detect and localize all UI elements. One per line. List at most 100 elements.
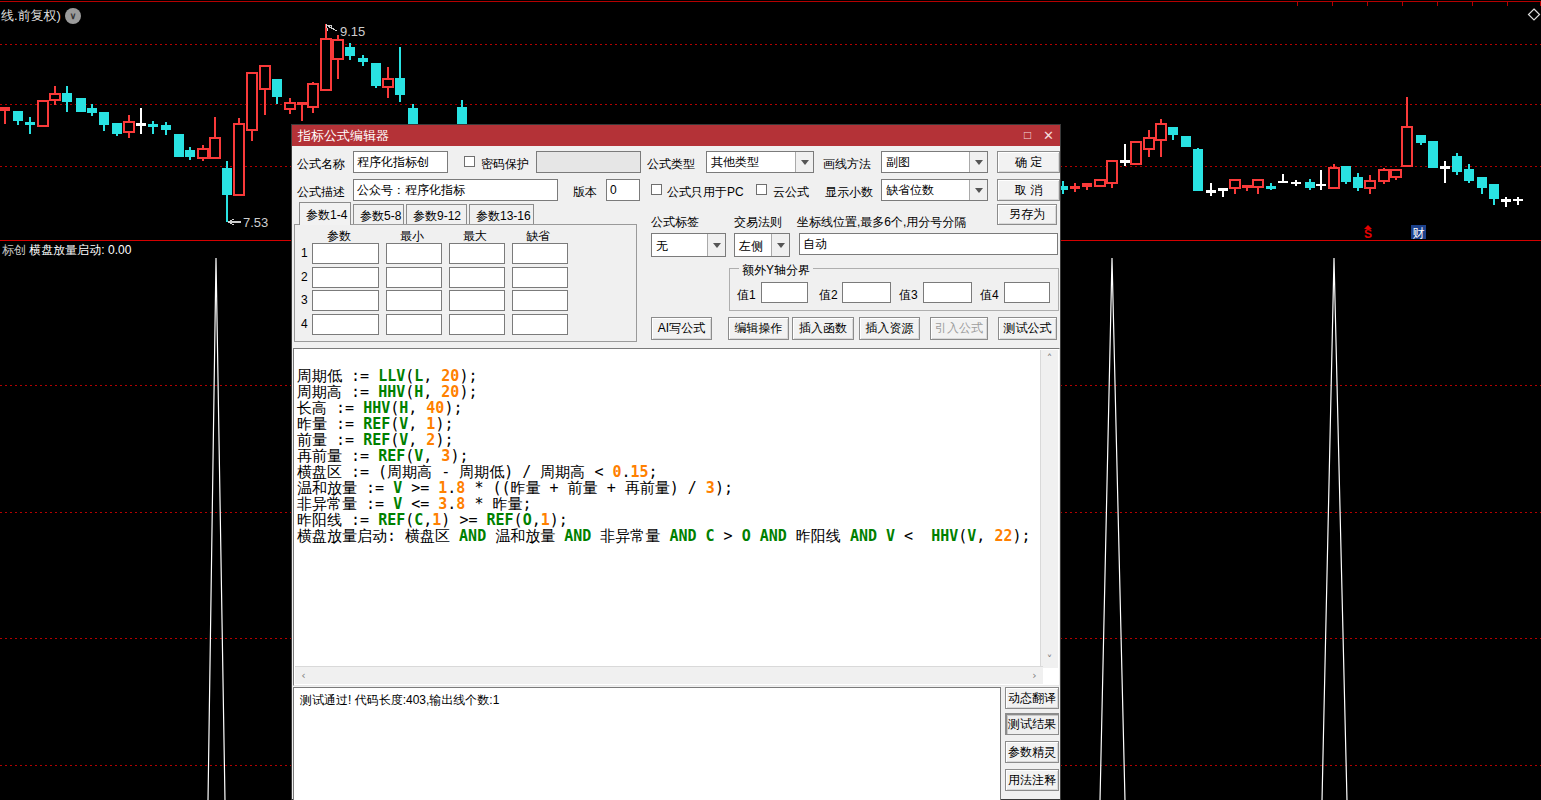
extra-y-value-label: 值3 (899, 287, 918, 304)
candle (1353, 173, 1363, 191)
import-formula-button[interactable]: 引入公式 (930, 317, 988, 340)
param-input-r3c4[interactable] (512, 290, 568, 311)
param-input-r2c2[interactable] (386, 267, 442, 288)
candle (383, 67, 393, 98)
candle (395, 47, 405, 102)
pc-only-checkbox[interactable] (651, 184, 662, 195)
param-input-r2c4[interactable] (512, 267, 568, 288)
param-input-r1c1[interactable] (312, 243, 379, 264)
param-input-r1c2[interactable] (386, 243, 442, 264)
trade-rule-select[interactable]: 左侧 (734, 233, 790, 257)
version-label: 版本 (573, 184, 597, 201)
tab-参数9-12[interactable]: 参数9-12 (406, 204, 467, 224)
extra-y-input-1[interactable] (761, 282, 808, 303)
formula-name-label: 公式名称 (297, 156, 345, 173)
param-input-r1c4[interactable] (512, 243, 568, 264)
candle (1329, 164, 1339, 189)
candle (1489, 184, 1499, 205)
candle (99, 112, 109, 131)
tab-参数13-16[interactable]: 参数13-16 (469, 204, 534, 224)
side-button-测试结果[interactable]: 测试结果 (1005, 713, 1059, 735)
password-input[interactable] (536, 151, 641, 173)
code-line: 再前量 := REF(V, 3); (297, 448, 1031, 464)
candle (358, 55, 368, 66)
dropdown-arrow-icon[interactable] (969, 152, 987, 172)
candle (1291, 180, 1301, 186)
extra-y-input-2[interactable] (842, 282, 891, 303)
param-input-r4c1[interactable] (312, 314, 379, 335)
password-protect-checkbox[interactable] (464, 156, 475, 167)
param-input-r3c1[interactable] (312, 290, 379, 311)
side-button-动态翻译[interactable]: 动态翻译 (1005, 687, 1059, 709)
cloud-formula-label: 云公式 (773, 184, 809, 201)
save-as-button[interactable]: 另存为 (997, 204, 1057, 225)
trade-rule-label: 交易法则 (734, 214, 782, 231)
candle (1379, 168, 1389, 184)
param-input-r4c4[interactable] (512, 314, 568, 335)
scroll-down-icon[interactable]: ˅ (1041, 651, 1058, 668)
candle (345, 43, 355, 60)
vertical-scrollbar[interactable]: ˄ ˅ (1040, 350, 1058, 668)
candle (1501, 197, 1511, 207)
param-row-label: 1 (301, 246, 308, 260)
dropdown-arrow-icon[interactable] (969, 180, 987, 200)
scroll-up-icon[interactable]: ˄ (1041, 350, 1058, 367)
candle (308, 82, 318, 113)
formula-code[interactable]: 周期低 := LLV(L, 20);周期高 := HHV(H, 20);长高 :… (297, 368, 1031, 544)
formula-tag-select[interactable]: 无 (651, 233, 726, 257)
maximize-icon[interactable]: □ (1020, 128, 1035, 143)
axis-position-label: 坐标线位置,最多6个,用分号分隔 (797, 214, 966, 231)
extra-y-legend: 额外Y轴分界 (739, 262, 813, 279)
axis-position-input[interactable]: 自动 (799, 233, 1058, 255)
formula-desc-input[interactable]: 公众号：程序化指标 (353, 179, 558, 201)
decimals-select[interactable]: 缺省位数 (881, 179, 988, 201)
param-input-r3c3[interactable] (449, 290, 505, 311)
scroll-right-icon[interactable]: › (1026, 667, 1043, 684)
insert-function-button[interactable]: 插入函数 (792, 317, 854, 340)
cloud-formula-checkbox[interactable] (756, 184, 767, 195)
param-input-r4c3[interactable] (449, 314, 505, 335)
candle (13, 111, 23, 125)
param-input-r4c2[interactable] (386, 314, 442, 335)
param-input-r1c3[interactable] (449, 243, 505, 264)
candle (333, 35, 343, 79)
formula-type-select[interactable]: 其他类型 (706, 151, 814, 173)
edit-ops-button[interactable]: 编辑操作 (728, 317, 789, 340)
formula-editor-dialog: 指标公式编辑器 □ ✕ 公式名称 程序化指标创 密码保护 公式类型 其他类型 画… (291, 124, 1061, 800)
dropdown-arrow-icon[interactable] (771, 234, 789, 256)
candle (272, 79, 282, 104)
chevron-down-icon[interactable]: ∨ (65, 8, 81, 24)
price-annotation: 9.15 (340, 24, 365, 39)
side-button-参数精灵[interactable]: 参数精灵 (1005, 741, 1059, 763)
candle (1253, 180, 1263, 194)
dropdown-arrow-icon[interactable] (795, 152, 813, 172)
candle (408, 104, 418, 125)
dialog-titlebar[interactable]: 指标公式编辑器 (292, 125, 1060, 146)
sell-marker-text: S (1364, 227, 1372, 241)
version-input[interactable]: 0 (606, 179, 640, 201)
cancel-button[interactable]: 取 消 (997, 179, 1060, 201)
ai-formula-button[interactable]: AI写公式 (651, 317, 712, 340)
side-button-用法注释[interactable]: 用法注释 (1005, 769, 1059, 791)
tab-参数5-8[interactable]: 参数5-8 (353, 204, 404, 224)
param-input-r2c3[interactable] (449, 267, 505, 288)
dropdown-arrow-icon[interactable] (707, 234, 725, 256)
draw-method-select[interactable]: 副图 (881, 151, 988, 173)
candle (1452, 153, 1462, 175)
code-editor[interactable]: 周期低 := LLV(L, 20);周期高 := HHV(H, 20);长高 :… (293, 348, 1060, 686)
extra-y-input-3[interactable] (923, 282, 972, 303)
tab-参数1-4[interactable]: 参数1-4 (299, 202, 351, 225)
extra-y-input-4[interactable] (1004, 282, 1050, 303)
close-icon[interactable]: ✕ (1041, 128, 1056, 143)
scroll-left-icon[interactable]: ‹ (295, 667, 312, 684)
test-formula-button[interactable]: 测试公式 (998, 317, 1057, 340)
insert-resource-button[interactable]: 插入资源 (859, 317, 920, 340)
ok-button[interactable]: 确 定 (997, 151, 1060, 173)
param-input-r3c2[interactable] (386, 290, 442, 311)
candle (1107, 161, 1117, 188)
param-row-label: 3 (301, 293, 308, 307)
horizontal-scrollbar[interactable]: ‹ › (295, 666, 1043, 684)
status-text: 测试通过! 代码长度:403,输出线个数:1 (300, 692, 499, 709)
formula-name-input[interactable]: 程序化指标创 (353, 151, 448, 173)
param-input-r2c1[interactable] (312, 267, 379, 288)
